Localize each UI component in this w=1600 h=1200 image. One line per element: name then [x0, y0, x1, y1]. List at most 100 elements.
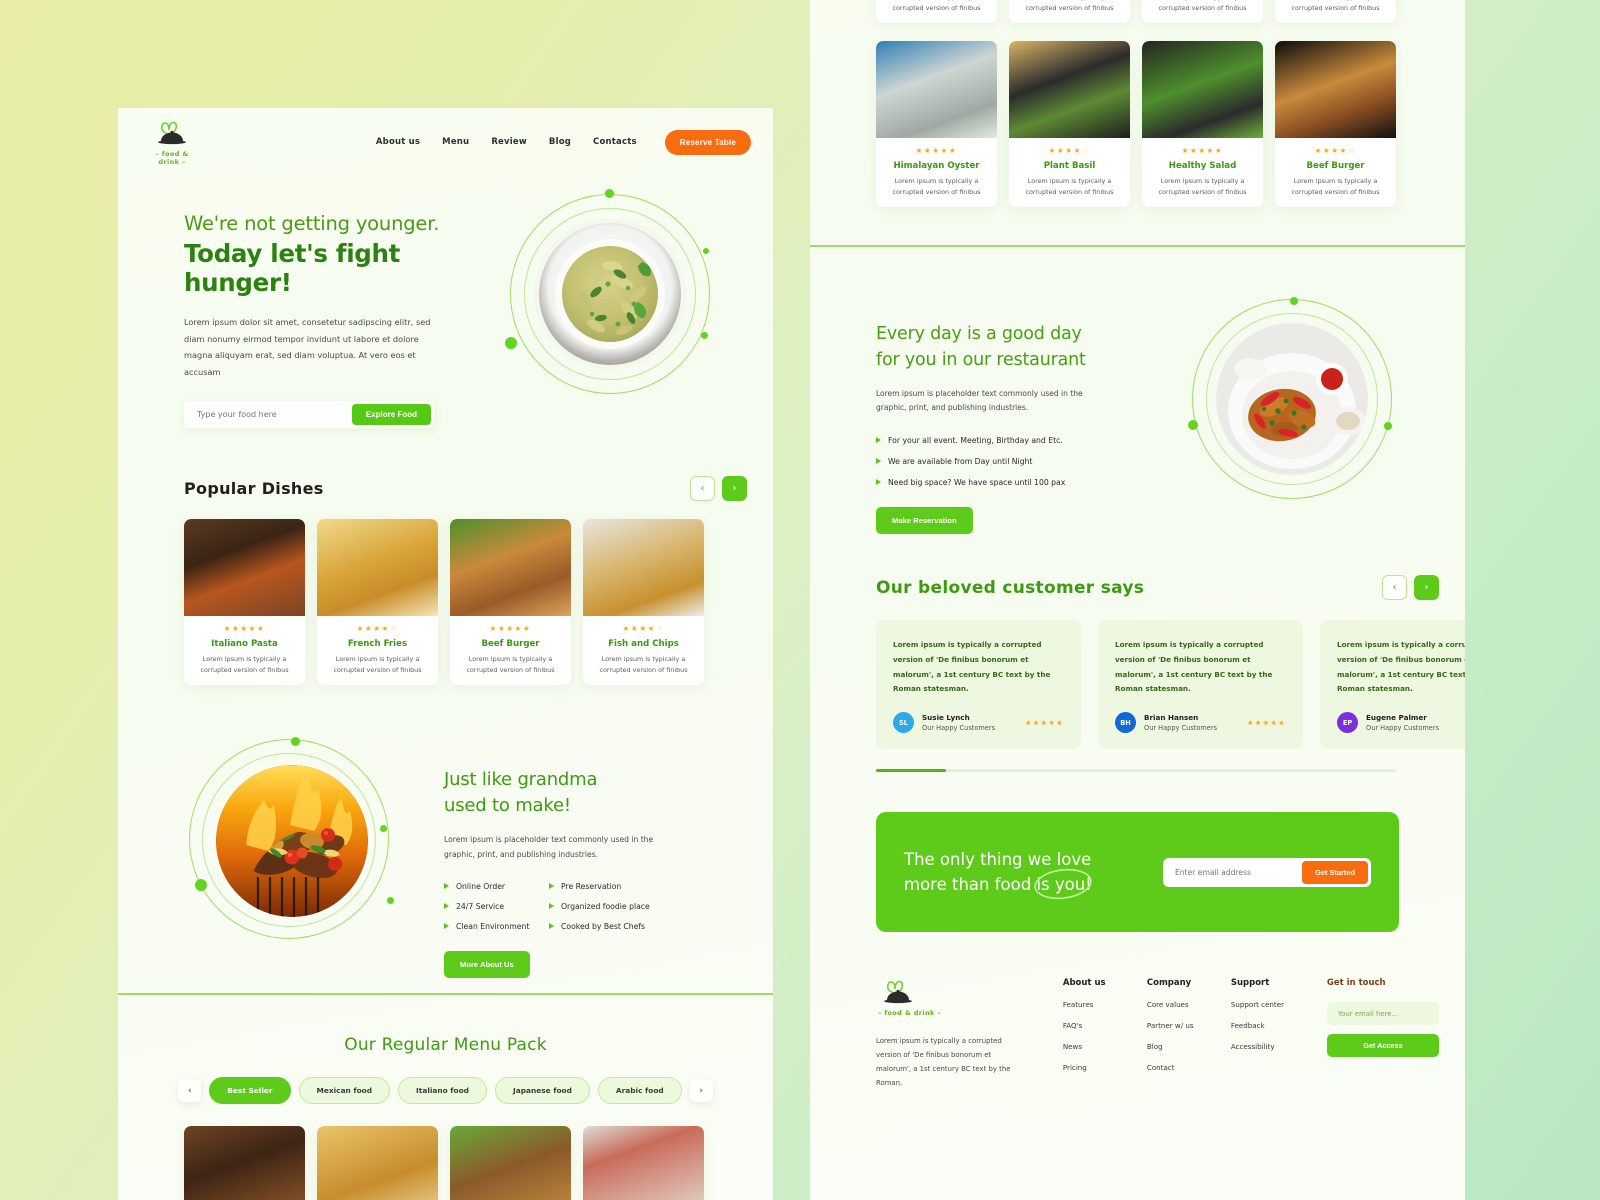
testimonials-progress-bar[interactable]	[876, 769, 1396, 773]
menu-pack-next-chevron-right-icon[interactable]: ›	[689, 1079, 713, 1103]
make-reservation-button[interactable]: Make Reservation	[876, 506, 973, 534]
reserve-table-button[interactable]: Reserve Table	[664, 129, 751, 155]
menu-tab-italiano-food[interactable]: Italiano food	[398, 1077, 487, 1105]
testimonials-prev-chevron-left-icon[interactable]: ‹	[1382, 575, 1407, 601]
menu-card-peek[interactable]	[184, 1126, 305, 1200]
grandma-orbit-dot-right-lower	[387, 897, 394, 905]
cta-email-input[interactable]	[1163, 867, 1303, 877]
dish-card[interactable]: ★★★★★ Healthy Salad Lorem ipsum is typical…	[1142, 41, 1263, 208]
footer-link[interactable]: Pricing	[1063, 1063, 1147, 1072]
menu-pack-title: Our Regular Menu Pack	[344, 1035, 547, 1056]
dish-card[interactable]: ★★★★★Beef BurgerLorem ipsum is typically…	[450, 519, 571, 686]
dish-card-description: Lorem ipsum is typically a corrupted ver…	[1025, 177, 1114, 197]
dish-card-title: Beef Burger	[481, 639, 540, 649]
testimonials-next-chevron-right-icon[interactable]: ›	[1414, 575, 1439, 601]
testimonial-card[interactable]: Lorem ipsum is typically a corrupted ver…	[1098, 620, 1303, 750]
popular-next-chevron-right-icon[interactable]: ›	[722, 476, 747, 501]
dish-rating-stars: ★★★★★	[489, 624, 532, 633]
dish-card[interactable]: ★★★★★Italiano PastaLorem ipsum is typica…	[184, 519, 305, 686]
testimonial-footer: BH Brian Hansen Our Happy Customers ★★★★★	[1115, 712, 1286, 734]
menu-tab-mexican-food[interactable]: Mexican food	[298, 1077, 391, 1105]
footer-link[interactable]: News	[1063, 1042, 1147, 1051]
dish-card[interactable]: ★★★★☆Fish and ChipsLorem ipsum is typica…	[1275, 0, 1396, 24]
grandma-feature-item: 24/7 Service	[444, 902, 549, 911]
footer-link[interactable]: Blog	[1147, 1042, 1231, 1051]
right-page-panel: ★★★★★Italiano PastaLorem ipsum is typica…	[810, 0, 1465, 1200]
footer-link[interactable]: Accessibility	[1231, 1042, 1327, 1051]
dish-card-description: Lorem ipsum is typically a corrupted ver…	[333, 655, 422, 675]
menu-card-peek[interactable]	[583, 1126, 704, 1200]
testimonial-author-name: Susie Lynch	[922, 713, 970, 723]
footer-link[interactable]: Features	[1063, 1000, 1147, 1009]
menu-pack-cards-peek	[118, 1104, 773, 1200]
dish-card[interactable]: ★★★★☆ Beef Burger Lorem ipsum is typically…	[1275, 41, 1396, 208]
dish-card-description: Lorem ipsum is typically a corrupted ver…	[1291, 0, 1380, 13]
dish-card-image	[876, 41, 997, 139]
dish-card-description: Lorem ipsum is typically a corrupted ver…	[892, 0, 981, 13]
menu-pack-tabs: ‹ Best Seller Mexican food Italiano food Ja…	[118, 1077, 773, 1105]
more-about-us-button[interactable]: More About Us	[444, 950, 530, 978]
testimonials-header: Our beloved customer says ‹ ›	[810, 575, 1465, 601]
popular-prev-chevron-left-icon[interactable]: ‹	[690, 476, 715, 501]
nav-item-review[interactable]: Review	[491, 137, 527, 147]
hero-orbit-dot-right-lower	[701, 332, 708, 339]
dish-card[interactable]: ★★★★☆ Plant Basil Lorem ipsum is typically…	[1009, 41, 1130, 208]
nav-item-about-us[interactable]: About us	[376, 137, 420, 147]
dish-rating-stars: ★★★★☆	[1048, 146, 1091, 156]
dish-card[interactable]: ★★★★★ Himalayan Oyster Lorem ipsum is typi…	[876, 41, 997, 208]
testimonial-footer: SL Susie Lynch Our Happy Customers ★★★★★	[893, 712, 1064, 734]
dish-card-description: Lorem ipsum is typically a corrupted ver…	[599, 655, 688, 675]
menu-tab-best-seller[interactable]: Best Seller	[209, 1077, 291, 1105]
testimonial-cards: Lorem ipsum is typically a corrupted ver…	[810, 600, 1465, 750]
get-access-button[interactable]: Get Access	[1326, 1034, 1439, 1058]
popular-dishes-header: Popular Dishes ‹ ›	[118, 476, 773, 501]
menu-tab-arabic-food[interactable]: Arabic food	[597, 1077, 682, 1105]
triangle-bullet-icon	[444, 923, 449, 930]
footer-link[interactable]: Feedback	[1231, 1021, 1327, 1030]
grandma-grill-image	[216, 765, 368, 918]
hero-search-bar[interactable]: Explore Food	[184, 401, 434, 429]
dish-card-image	[583, 519, 704, 616]
menu-tab-japanese-food[interactable]: Japanese food	[494, 1077, 590, 1105]
triangle-bullet-icon	[444, 883, 449, 890]
menu-card-peek[interactable]	[450, 1126, 571, 1200]
dish-card[interactable]: ★★★★★Beef BurgerLorem ipsum is typically…	[1142, 0, 1263, 24]
footer-link[interactable]: Contact	[1147, 1063, 1231, 1072]
brand-logo[interactable]: – food & drink –	[144, 119, 200, 166]
food-search-input[interactable]	[184, 410, 352, 420]
grandma-feature-item: Organized foodie place	[549, 902, 747, 911]
grandma-feature-item: Cooked by Best Chefs	[549, 922, 747, 931]
grandma-section: Just like grandma used to make! Lorem ip…	[118, 685, 773, 978]
dish-card-title: Himalayan Oyster	[893, 161, 980, 172]
footer-link[interactable]: FAQ's	[1063, 1021, 1147, 1030]
dish-rating-stars: ★★★★☆	[622, 624, 665, 633]
explore-food-button[interactable]: Explore Food	[351, 404, 431, 426]
dish-card[interactable]: ★★★★★Italiano PastaLorem ipsum is typica…	[876, 0, 997, 24]
menu-card-peek[interactable]	[317, 1126, 438, 1200]
footer-link[interactable]: Core values	[1147, 1000, 1231, 1009]
dish-card[interactable]: ★★★★☆Fish and ChipsLorem ipsum is typica…	[583, 519, 704, 686]
footer-link[interactable]: Support center	[1231, 1000, 1327, 1009]
dish-card[interactable]: ★★★★☆French FriesLorem ipsum is typicall…	[317, 519, 438, 686]
menu-pack-prev-chevron-left-icon[interactable]: ‹	[178, 1079, 202, 1103]
footer-link[interactable]: Partner w/ us	[1147, 1021, 1231, 1030]
everyday-stirfry-image	[1216, 323, 1368, 476]
everyday-bullet-label: We are available from Day until Night	[888, 456, 1033, 466]
hero-headline-line2: Today let's fight hunger!	[184, 239, 401, 297]
nav-item-contacts[interactable]: Contacts	[593, 137, 637, 147]
triangle-bullet-icon	[876, 458, 881, 465]
cta-email-form[interactable]: Get Started	[1163, 857, 1371, 887]
testimonial-card[interactable]: Lorem ipsum is typically a corrupted ver…	[1320, 620, 1465, 750]
testimonials-progress-fill	[876, 769, 946, 773]
get-started-button[interactable]: Get Started	[1302, 860, 1368, 884]
testimonial-author-role: Our Happy Customers	[1366, 724, 1440, 733]
footer-email-input[interactable]: Your email here...	[1326, 1002, 1439, 1026]
nav-item-blog[interactable]: Blog	[549, 137, 571, 147]
dish-card-description: Lorem ipsum is typically a corrupted ver…	[892, 177, 981, 197]
grandma-feature-label: Online Order	[456, 881, 506, 891]
testimonial-text: Lorem ipsum is typically a corrupted ver…	[1337, 640, 1465, 694]
hero-section: We're not getting younger. Today let's f…	[118, 164, 773, 454]
nav-item-menu[interactable]: Menu	[442, 137, 469, 147]
dish-card[interactable]: ★★★★☆French FriesLorem ipsum is typicall…	[1009, 0, 1130, 24]
testimonial-card[interactable]: Lorem ipsum is typically a corrupted ver…	[876, 620, 1081, 750]
